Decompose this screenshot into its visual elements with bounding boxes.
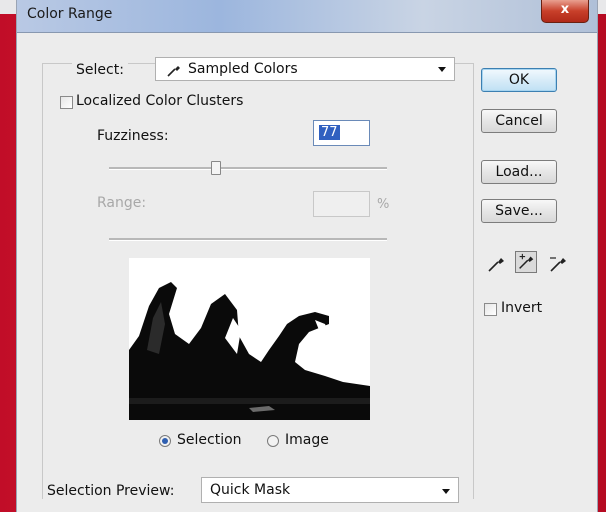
fuzziness-input[interactable]: 77 bbox=[313, 120, 370, 146]
eyedropper-plus-icon bbox=[519, 253, 534, 269]
range-slider-track[interactable] bbox=[109, 238, 387, 241]
selection-preview-image bbox=[129, 258, 370, 420]
selection-radio-label: Selection bbox=[177, 432, 242, 448]
dialog-body: Select: Sampled Colors Localized Color C… bbox=[17, 33, 597, 512]
load-button[interactable]: Load... bbox=[481, 160, 557, 184]
eyedropper-minus-icon[interactable] bbox=[547, 253, 569, 275]
window-title: Color Range bbox=[27, 6, 113, 22]
range-label: Range: bbox=[97, 195, 147, 211]
selection-preview-dropdown[interactable]: Quick Mask bbox=[201, 477, 459, 503]
eyedropper-icon bbox=[167, 66, 180, 77]
select-label: Select: bbox=[72, 62, 128, 78]
cancel-button[interactable]: Cancel bbox=[481, 109, 557, 133]
invert-label: Invert bbox=[501, 300, 543, 316]
dropdown-arrow-icon bbox=[442, 489, 450, 494]
image-radio-label: Image bbox=[285, 432, 329, 448]
range-unit: % bbox=[377, 197, 390, 212]
save-button[interactable]: Save... bbox=[481, 199, 557, 223]
selection-preview-value: Quick Mask bbox=[210, 482, 291, 498]
eyedropper-plus-button[interactable] bbox=[515, 251, 537, 273]
localized-clusters-label: Localized Color Clusters bbox=[76, 93, 244, 109]
eyedropper-icon[interactable] bbox=[485, 253, 507, 275]
close-button[interactable]: x bbox=[541, 0, 589, 23]
color-range-dialog: Color Range x Select: Sampled Colors Loc… bbox=[16, 0, 598, 512]
dropdown-arrow-icon bbox=[438, 67, 446, 72]
select-value: Sampled Colors bbox=[188, 61, 298, 77]
selection-preview-label: Selection Preview: bbox=[47, 483, 175, 499]
select-dropdown[interactable]: Sampled Colors bbox=[155, 57, 455, 81]
range-input[interactable] bbox=[313, 191, 370, 217]
selection-radio[interactable] bbox=[159, 435, 171, 447]
fuzziness-value: 77 bbox=[319, 125, 340, 140]
mask-thumbnail bbox=[129, 258, 370, 420]
invert-checkbox[interactable] bbox=[484, 303, 497, 316]
fuzziness-label: Fuzziness: bbox=[97, 128, 169, 144]
image-radio[interactable] bbox=[267, 435, 279, 447]
ok-button[interactable]: OK bbox=[481, 68, 557, 92]
localized-clusters-checkbox[interactable] bbox=[60, 96, 73, 109]
fuzziness-slider-track[interactable] bbox=[109, 167, 387, 170]
title-bar[interactable]: Color Range x bbox=[17, 0, 597, 33]
fuzziness-slider-thumb[interactable] bbox=[211, 161, 221, 175]
